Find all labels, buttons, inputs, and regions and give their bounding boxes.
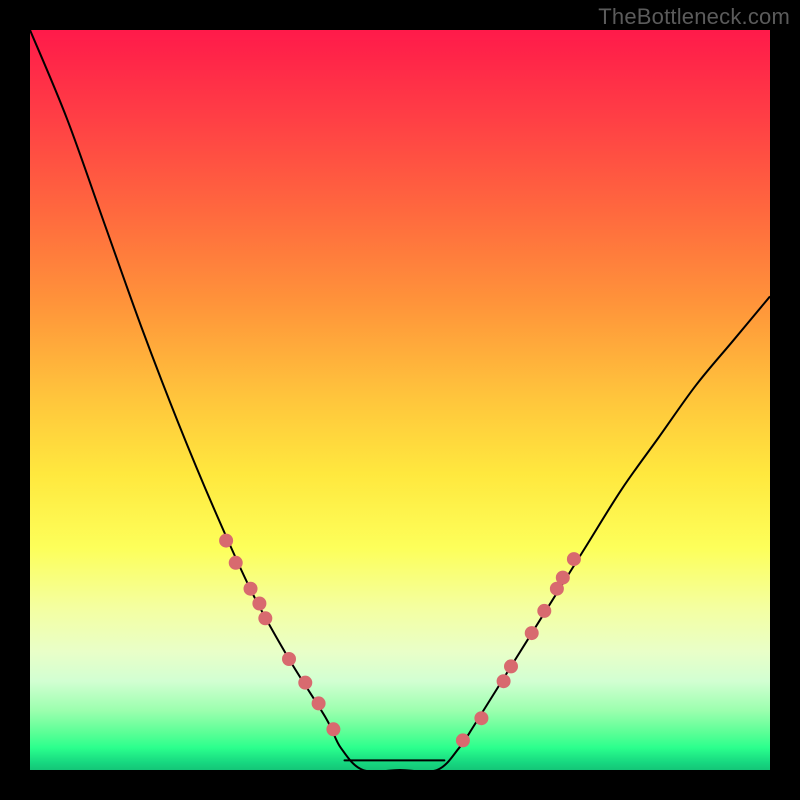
- plot-area: [30, 30, 770, 770]
- heat-gradient-background: [30, 30, 770, 770]
- watermark-text: TheBottleneck.com: [598, 4, 790, 30]
- chart-frame: TheBottleneck.com: [0, 0, 800, 800]
